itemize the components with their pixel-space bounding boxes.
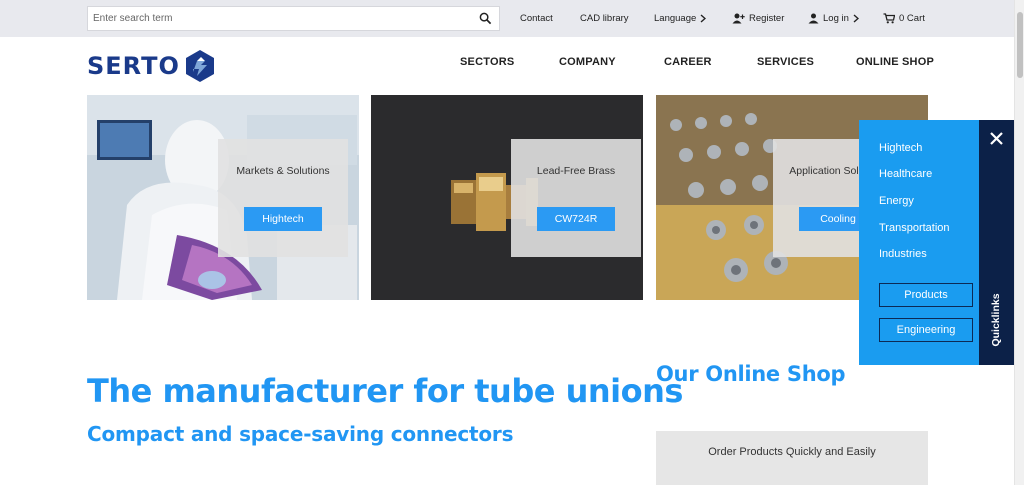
cart-icon	[883, 13, 895, 24]
quicklinks-label: Quicklinks	[990, 293, 1002, 347]
tile-brass-overlay: Lead-Free Brass CW724R	[511, 139, 641, 257]
top-utility-bar: Contact CAD library Language Register Lo…	[0, 0, 1014, 37]
chevron-right-icon	[700, 14, 707, 23]
quicklinks-tab[interactable]: Quicklinks	[979, 120, 1014, 365]
nav-services-label: SERVICES	[757, 56, 815, 68]
tile-hightech-title: Markets & Solutions	[236, 165, 330, 177]
user-icon	[808, 13, 819, 24]
quicklink-industries[interactable]: Industries	[879, 248, 927, 260]
online-shop-box-text: Order Products Quickly and Easily	[708, 446, 876, 458]
login-label: Log in	[823, 13, 849, 24]
tile-brass[interactable]: Lead-Free Brass CW724R	[371, 95, 643, 300]
logo-text: SERTO	[87, 52, 180, 80]
quicklink-healthcare[interactable]: Healthcare	[879, 168, 932, 180]
nav-services[interactable]: SERVICES	[757, 56, 814, 76]
scrollbar-thumb[interactable]	[1017, 12, 1023, 78]
language-selector[interactable]: Language	[654, 0, 710, 37]
search-icon[interactable]	[479, 12, 492, 25]
cad-library-label: CAD library	[580, 13, 629, 24]
cart-link[interactable]: 0 Cart	[883, 0, 925, 37]
tile-hightech[interactable]: Markets & Solutions Hightech	[87, 95, 359, 300]
page-headline: The manufacturer for tube unions	[87, 372, 683, 410]
tile-hightech-overlay: Markets & Solutions Hightech	[218, 139, 348, 257]
nav-sectors[interactable]: SECTORS	[460, 56, 514, 76]
nav-sectors-label: SECTORS	[460, 56, 515, 68]
cad-library-link[interactable]: CAD library	[580, 0, 629, 37]
search-box	[87, 6, 500, 31]
logo-mark-icon	[185, 50, 214, 82]
nav-online-shop[interactable]: ONLINE SHOP	[856, 56, 934, 76]
nav-career-label: CAREER	[664, 56, 712, 68]
login-link[interactable]: Log in	[808, 0, 863, 37]
register-label: Register	[749, 13, 785, 24]
add-user-icon	[732, 13, 745, 24]
online-shop-title: Our Online Shop	[656, 362, 846, 386]
nav-career[interactable]: CAREER	[664, 56, 712, 76]
hightech-button[interactable]: Hightech	[244, 207, 322, 231]
cw724r-button[interactable]: CW724R	[537, 207, 615, 231]
page-scrollbar[interactable]	[1014, 0, 1024, 485]
quicklink-hightech[interactable]: Hightech	[879, 142, 922, 154]
nav-company[interactable]: COMPANY	[559, 56, 616, 76]
quicklinks-panel: Hightech Healthcare Energy Transportatio…	[859, 120, 1014, 365]
nav-online-shop-label: ONLINE SHOP	[856, 56, 934, 68]
serto-logo[interactable]: SERTO	[87, 50, 217, 82]
cart-label: 0 Cart	[899, 13, 925, 24]
page-subheadline: Compact and space-saving connectors	[87, 422, 514, 446]
engineering-button[interactable]: Engineering	[879, 318, 973, 342]
quicklink-transportation[interactable]: Transportation	[879, 222, 950, 234]
contact-link[interactable]: Contact	[520, 0, 553, 37]
chevron-right-icon	[853, 14, 859, 23]
products-button[interactable]: Products	[879, 283, 973, 307]
nav-company-label: COMPANY	[559, 56, 616, 68]
search-input[interactable]	[88, 7, 468, 30]
quicklink-energy[interactable]: Energy	[879, 195, 914, 207]
online-shop-box[interactable]: Order Products Quickly and Easily	[656, 431, 928, 485]
tile-brass-title: Lead-Free Brass	[536, 165, 616, 177]
close-icon[interactable]	[988, 130, 1005, 147]
contact-label: Contact	[520, 13, 553, 24]
language-label: Language	[654, 13, 697, 24]
register-link[interactable]: Register	[732, 0, 784, 37]
